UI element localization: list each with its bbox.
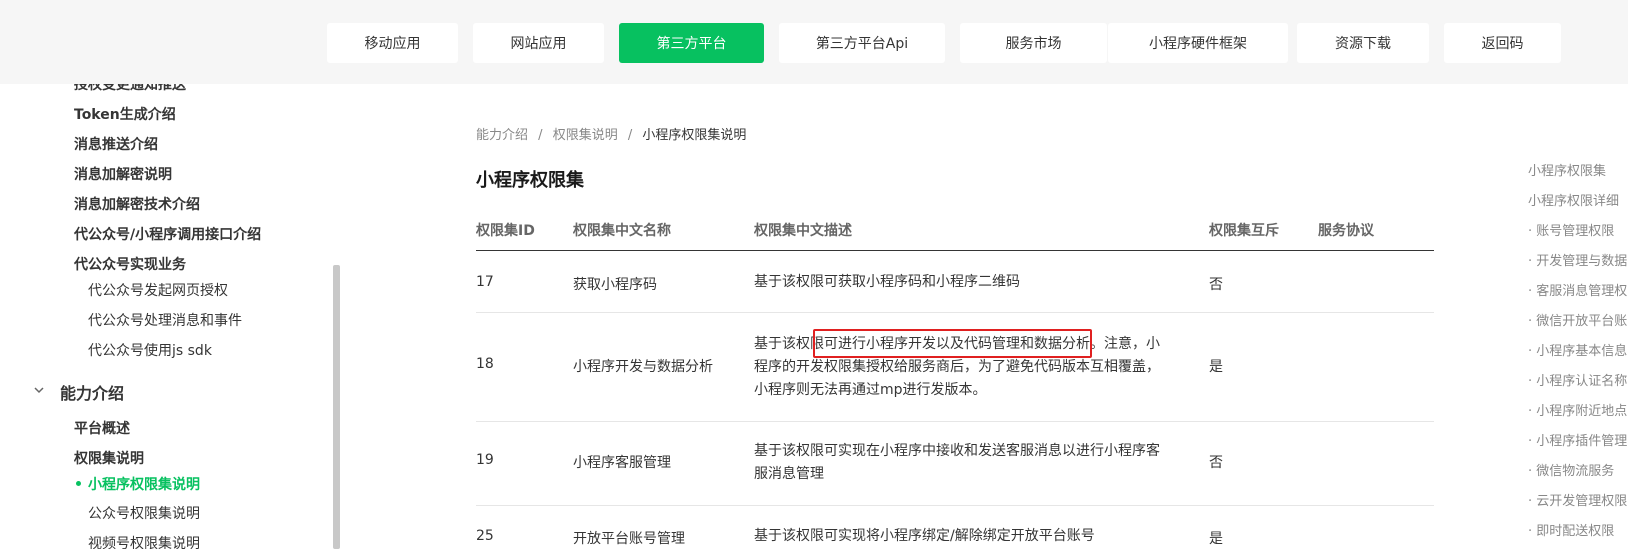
toc-item[interactable]: · 账号管理权限 (1528, 220, 1614, 239)
sidebar-item-encryption-tech[interactable]: 消息加解密技术介绍 (74, 194, 200, 214)
table-of-contents: 小程序权限集 小程序权限详细 · 账号管理权限 · 开发管理与数据 · 客服消息… (1528, 160, 1628, 549)
sidebar-item-web-auth[interactable]: 代公众号发起网页授权 (88, 280, 228, 300)
column-header-description: 权限集中文描述 (754, 223, 852, 239)
breadcrumb: 能力介绍 / 权限集说明 / 小程序权限集说明 (476, 124, 752, 143)
breadcrumb-item-capabilities[interactable]: 能力介绍 (476, 128, 528, 143)
nav-item-hardware-framework[interactable]: 小程序硬件框架 (1108, 23, 1288, 63)
cell-name: 小程序客服管理 (573, 455, 671, 471)
column-header-mutex: 权限集互斥 (1209, 223, 1279, 239)
nav-item-website-app[interactable]: 网站应用 (473, 23, 604, 63)
table-header-divider (476, 250, 1434, 251)
cell-id: 25 (476, 528, 494, 544)
breadcrumb-item-current: 小程序权限集说明 (642, 128, 747, 143)
sidebar-item-handle-messages[interactable]: 代公众号处理消息和事件 (88, 310, 242, 330)
sidebar-item-js-sdk[interactable]: 代公众号使用js sdk (88, 340, 212, 360)
toc-item[interactable]: · 小程序认证名称 (1528, 370, 1627, 389)
cell-mutex: 是 (1209, 359, 1223, 375)
breadcrumb-item-permission-sets[interactable]: 权限集说明 (553, 128, 618, 143)
cell-description: 基于该权限可进行小程序开发以及代码管理和数据分析。注意，小 程序的开发权限集授权… (754, 336, 1160, 398)
cell-description: 基于该权限可实现将小程序绑定/解除绑定开放平台账号 (754, 528, 1095, 544)
row-divider (476, 421, 1434, 422)
top-navigation: 移动应用 网站应用 第三方平台 第三方平台Api 服务市场 小程序硬件框架 资源… (0, 0, 1628, 84)
cell-name: 开放平台账号管理 (573, 531, 685, 547)
sidebar-item-auth-change-push[interactable]: 授权变更通知推送 (74, 84, 186, 94)
nav-item-service-market[interactable]: 服务市场 (960, 23, 1107, 63)
breadcrumb-separator: / (538, 128, 543, 143)
sidebar-item-channels-permissions[interactable]: 视频号权限集说明 (88, 533, 200, 549)
sidebar-item-official-account-permissions[interactable]: 公众号权限集说明 (88, 503, 200, 523)
nav-item-return-codes[interactable]: 返回码 (1444, 23, 1561, 63)
toc-item[interactable]: · 小程序插件管理 (1528, 430, 1627, 449)
nav-item-downloads[interactable]: 资源下载 (1297, 23, 1429, 63)
sidebar-item-message-encryption[interactable]: 消息加解密说明 (74, 164, 172, 184)
nav-item-third-party-platform[interactable]: 第三方平台 (619, 23, 764, 63)
cell-id: 17 (476, 274, 494, 290)
cell-description: 基于该权限可获取小程序码和小程序二维码 (754, 274, 1020, 290)
column-header-agreement: 服务协议 (1318, 223, 1374, 239)
sidebar-item-miniprogram-permissions[interactable]: 小程序权限集说明 (88, 474, 200, 494)
sidebar: 授权变更通知推送 Token生成介绍 消息推送介绍 消息加解密说明 消息加解密技… (0, 84, 340, 549)
toc-item[interactable]: · 云开发管理权限 (1528, 490, 1627, 509)
sidebar-section-capabilities[interactable]: 能力介绍 (60, 380, 124, 404)
toc-item[interactable]: · 即时配送权限 (1528, 520, 1614, 539)
sidebar-item-permission-sets[interactable]: 权限集说明 (74, 448, 144, 468)
row-divider (476, 312, 1434, 313)
toc-item[interactable]: · 小程序附近地点 (1528, 400, 1627, 419)
column-header-name: 权限集中文名称 (573, 223, 671, 239)
toc-item[interactable]: 小程序权限详细 (1528, 190, 1619, 209)
chevron-down-icon[interactable] (33, 384, 45, 396)
toc-item[interactable]: · 微信物流服务 (1528, 460, 1614, 479)
cell-name: 获取小程序码 (573, 277, 657, 293)
cell-mutex: 是 (1209, 531, 1223, 547)
toc-item[interactable]: 小程序权限集 (1528, 160, 1606, 179)
toc-item[interactable]: · 微信开放平台账 (1528, 310, 1627, 329)
toc-item[interactable]: · 客服消息管理权 (1528, 280, 1627, 299)
active-dot-icon (76, 481, 81, 486)
row-divider (476, 505, 1434, 506)
sidebar-item-proxy-business[interactable]: 代公众号实现业务 (74, 254, 186, 274)
toc-item[interactable]: · 小程序基本信息 (1528, 340, 1627, 359)
cell-name: 小程序开发与数据分析 (573, 359, 713, 375)
page-title: 小程序权限集 (476, 170, 584, 191)
toc-item[interactable]: · 开发管理与数据 (1528, 250, 1627, 269)
cell-id: 18 (476, 356, 494, 372)
column-header-id: 权限集ID (476, 223, 535, 239)
cell-mutex: 否 (1209, 455, 1223, 471)
nav-item-mobile-app[interactable]: 移动应用 (327, 23, 458, 63)
cell-mutex: 否 (1209, 277, 1223, 293)
sidebar-item-proxy-api[interactable]: 代公众号/小程序调用接口介绍 (74, 224, 261, 244)
sidebar-item-message-push[interactable]: 消息推送介绍 (74, 134, 158, 154)
cell-id: 19 (476, 452, 494, 468)
breadcrumb-separator: / (627, 128, 633, 143)
sidebar-item-token[interactable]: Token生成介绍 (74, 104, 176, 124)
sidebar-item-platform-overview[interactable]: 平台概述 (74, 418, 130, 438)
nav-item-third-party-api[interactable]: 第三方平台Api (779, 23, 945, 63)
sidebar-scrollbar[interactable] (333, 265, 340, 549)
cell-description: 基于该权限可实现在小程序中接收和发送客服消息以进行小程序客 服消息管理 (754, 443, 1160, 482)
